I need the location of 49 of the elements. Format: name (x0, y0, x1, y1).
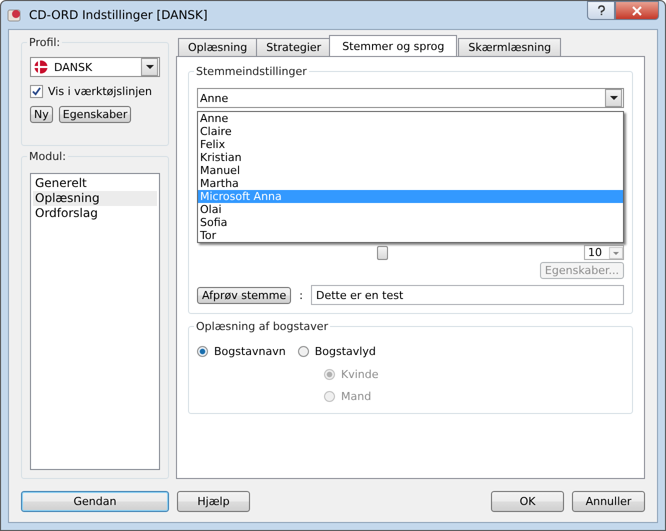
window-title: CD-ORD Indstillinger [DANSK] (29, 8, 209, 22)
profile-button[interactable]: Egenskaber (58, 106, 132, 123)
test-voice-button[interactable]: Afprøv stemme (197, 286, 292, 304)
caret-icon (146, 65, 154, 69)
voice-dropdown[interactable]: Anne (197, 88, 624, 108)
module-item[interactable]: Oplæsning (33, 191, 157, 206)
group-label: Modul: (28, 150, 67, 163)
tab[interactable]: Stemmer og sprog (329, 35, 458, 56)
group-label: Profil: (28, 36, 62, 49)
footer-button[interactable]: Hjælp (177, 491, 250, 512)
check-icon (32, 87, 41, 96)
voice-option[interactable]: Olai (198, 203, 623, 216)
tab[interactable]: Oplæsning (178, 38, 258, 56)
separator-label: : (298, 288, 304, 302)
help-button[interactable] (587, 1, 615, 20)
profile-button[interactable]: Ny (30, 106, 53, 123)
radio-option[interactable]: Bogstavlyd (298, 345, 376, 358)
app-icon (7, 7, 23, 23)
radio-option[interactable]: Bogstavnavn (197, 345, 286, 358)
speed-spinner[interactable]: 10 (584, 245, 624, 260)
voice-option[interactable]: Anne (198, 112, 623, 125)
footer-button[interactable]: OK (491, 491, 564, 512)
module-item[interactable]: Ordforslag (33, 206, 157, 221)
voice-option[interactable]: Manuel (198, 164, 623, 177)
question-icon (596, 5, 606, 16)
footer-button[interactable]: Gendan (21, 491, 169, 512)
module-list[interactable]: Generelt Oplæsning Ordforslag (30, 173, 160, 470)
footer-button[interactable]: Annuller (572, 491, 645, 512)
tab[interactable]: Skærmlæsning (458, 38, 562, 56)
voice-option[interactable]: Felix (198, 138, 623, 151)
flag-icon (34, 60, 48, 74)
voice-option[interactable]: Kristian (198, 151, 623, 164)
voice-option[interactable]: Claire (198, 125, 623, 138)
down-icon (613, 252, 619, 254)
module-item[interactable]: Generelt (33, 176, 157, 191)
slider-thumb[interactable] (377, 246, 388, 260)
close-icon (632, 6, 642, 16)
close-button[interactable] (615, 1, 659, 20)
group-label: Stemmeindstillinger (195, 65, 308, 78)
voice-dropdown-menu[interactable]: Anne Claire Felix Kristian Manuel Martha Microsoft Anna Olai Sofia Tor (197, 111, 624, 243)
voice-option[interactable]: Sofia (198, 216, 623, 229)
caret-icon (610, 96, 618, 100)
toolbar-checkbox[interactable]: Vis i værktøjslinjen (30, 85, 160, 98)
profile-dropdown[interactable]: DANSK (30, 57, 160, 77)
tab[interactable]: Strategier (256, 38, 332, 56)
voice-option[interactable]: Martha (198, 177, 623, 190)
test-text-field[interactable]: Dette er en test (310, 285, 624, 305)
group-label: Oplæsning af bogstaver (195, 320, 330, 333)
voice-option[interactable]: Tor (198, 229, 623, 242)
